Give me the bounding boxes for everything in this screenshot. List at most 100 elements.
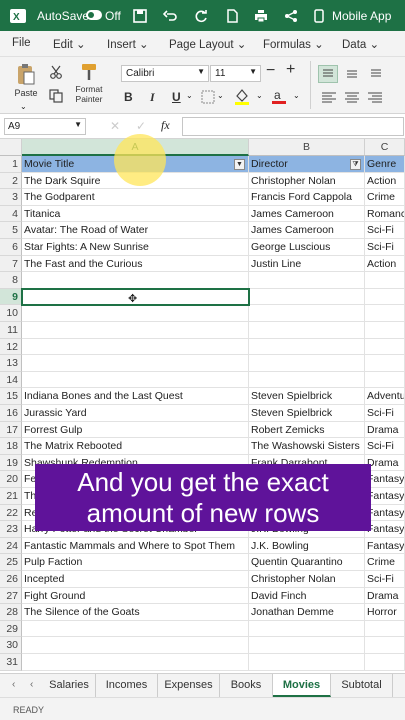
cell-c24[interactable]: Fantasy [365,537,405,555]
cell-b7[interactable]: Justin Line [249,255,365,273]
cell-b15[interactable]: Steven Spielbrick [249,388,365,405]
cell-c5[interactable]: Sci-Fi [365,222,405,239]
tab-salaries[interactable]: Salaries [43,674,96,697]
cell-b27[interactable]: David Finch [249,587,365,605]
cell-c22[interactable]: Fantasy [365,504,405,522]
cell-b18[interactable]: The Washowski Sisters [249,438,365,455]
paste-dropdown-icon[interactable]: ⌄ [20,102,27,111]
font-size-select[interactable]: 11 ▼ [210,65,261,82]
cell-b16[interactable]: Steven Spielbrick [249,405,365,422]
cell-c2[interactable]: Action [365,172,405,190]
cell-b8[interactable] [249,272,365,289]
cell-c29[interactable] [365,620,405,638]
scroll-first-tab-icon[interactable]: ‹ [12,679,15,690]
cell-b31[interactable] [249,654,365,671]
tab-books[interactable]: Books [220,674,273,697]
row-header-29[interactable]: 29 [0,620,22,638]
cell-a25[interactable]: Pulp Faction [22,554,249,571]
row-header-2[interactable]: 2 [0,172,22,190]
cell-b4[interactable]: James Cameroon [249,205,365,223]
row-header-23[interactable]: 23 [0,521,22,538]
cell-a3[interactable]: The Godparent [22,189,249,206]
row-header-16[interactable]: 16 [0,405,22,422]
cell-a5[interactable]: Avatar: The Road of Water [22,222,249,239]
cell-b30[interactable] [249,637,365,654]
menu-edit[interactable]: Edit ⌄ [53,37,86,51]
font-name-select[interactable]: Calibri ▼ [121,65,209,82]
cell-c23[interactable]: Fantasy [365,521,405,538]
save-icon[interactable] [133,0,147,31]
row-header-17[interactable]: 17 [0,421,22,439]
undo-icon[interactable] [163,0,177,31]
enter-icon[interactable]: ✓ [136,119,146,133]
fill-color-dropdown-icon[interactable]: ⌄ [256,91,263,100]
row-header-30[interactable]: 30 [0,637,22,654]
row-header-31[interactable]: 31 [0,654,22,671]
row-header-5[interactable]: 5 [0,222,22,239]
cell-c15[interactable]: Adventure [365,388,405,405]
cell-b29[interactable] [249,620,365,638]
cell-c6[interactable]: Sci-Fi [365,239,405,256]
row-header-21[interactable]: 21 [0,488,22,505]
cell-a11[interactable] [22,322,249,339]
cell-c3[interactable]: Crime [365,189,405,206]
cell-c26[interactable]: Sci-Fi [365,571,405,588]
cell-b12[interactable] [249,338,365,356]
cell-c10[interactable] [365,305,405,322]
cell-a31[interactable] [22,654,249,671]
select-all-corner[interactable] [0,139,22,156]
cell-a27[interactable]: Fight Ground [22,587,249,605]
cell-a16[interactable]: Jurassic Yard [22,405,249,422]
cell-b24[interactable]: J.K. Bowling [249,537,365,555]
cell-b26[interactable]: Christopher Nolan [249,571,365,588]
row-header-24[interactable]: 24 [0,537,22,555]
cell-c8[interactable] [365,272,405,289]
underline-dropdown-icon[interactable]: ⌄ [186,91,193,100]
cell-c13[interactable] [365,355,405,372]
row-header-22[interactable]: 22 [0,504,22,522]
cell-c17[interactable]: Drama [365,421,405,439]
orientation-icon[interactable] [367,66,385,87]
underline-button[interactable]: U [172,90,181,104]
cell-a6[interactable]: Star Fights: A New Sunrise [22,239,249,256]
mobile-app-label[interactable]: Mobile App [332,9,391,23]
cell-a30[interactable] [22,637,249,654]
tab-expenses[interactable]: Expenses [158,674,220,697]
cell-a15[interactable]: Indiana Bones and the Last Quest [22,388,249,405]
row-header-18[interactable]: 18 [0,438,22,455]
align-center-icon[interactable] [343,90,361,111]
row-header-28[interactable]: 28 [0,604,22,621]
cut-icon[interactable] [49,65,63,84]
cell-c16[interactable]: Sci-Fi [365,405,405,422]
cell-c14[interactable] [365,371,405,389]
cell-b13[interactable] [249,355,365,372]
menu-insert[interactable]: Insert ⌄ [107,37,149,51]
fill-color-icon[interactable] [234,88,250,111]
cell-c31[interactable] [365,654,405,671]
header-cell-b[interactable]: Director ⧩ [249,156,365,173]
cell-c9[interactable] [365,288,405,306]
cell-b9[interactable] [249,288,365,306]
cancel-icon[interactable]: ✕ [110,119,120,133]
cell-a8[interactable] [22,272,249,289]
cell-c25[interactable]: Crime [365,554,405,571]
font-color-dropdown-icon[interactable]: ⌄ [293,91,300,100]
cell-b3[interactable]: Francis Ford Cappola [249,189,365,206]
print-icon[interactable] [254,0,268,31]
increase-font-icon[interactable]: + [286,61,295,79]
name-box[interactable]: A9 ▼ [4,118,86,135]
formula-input[interactable] [182,117,404,136]
row-header-6[interactable]: 6 [0,239,22,256]
cell-c19[interactable]: Drama [365,454,405,472]
cell-a10[interactable] [22,305,249,322]
cell-a17[interactable]: Forrest Gulp [22,421,249,439]
tab-movies[interactable]: Movies [273,674,331,697]
align-top-icon[interactable] [318,65,338,83]
cell-c21[interactable]: Fantasy [365,488,405,505]
cell-c7[interactable]: Action [365,255,405,273]
fx-icon[interactable]: fx [161,118,170,133]
cell-b11[interactable] [249,322,365,339]
format-painter-button[interactable]: Format Painter [72,62,106,104]
row-header-19[interactable]: 19 [0,454,22,472]
bold-button[interactable]: B [124,90,133,104]
